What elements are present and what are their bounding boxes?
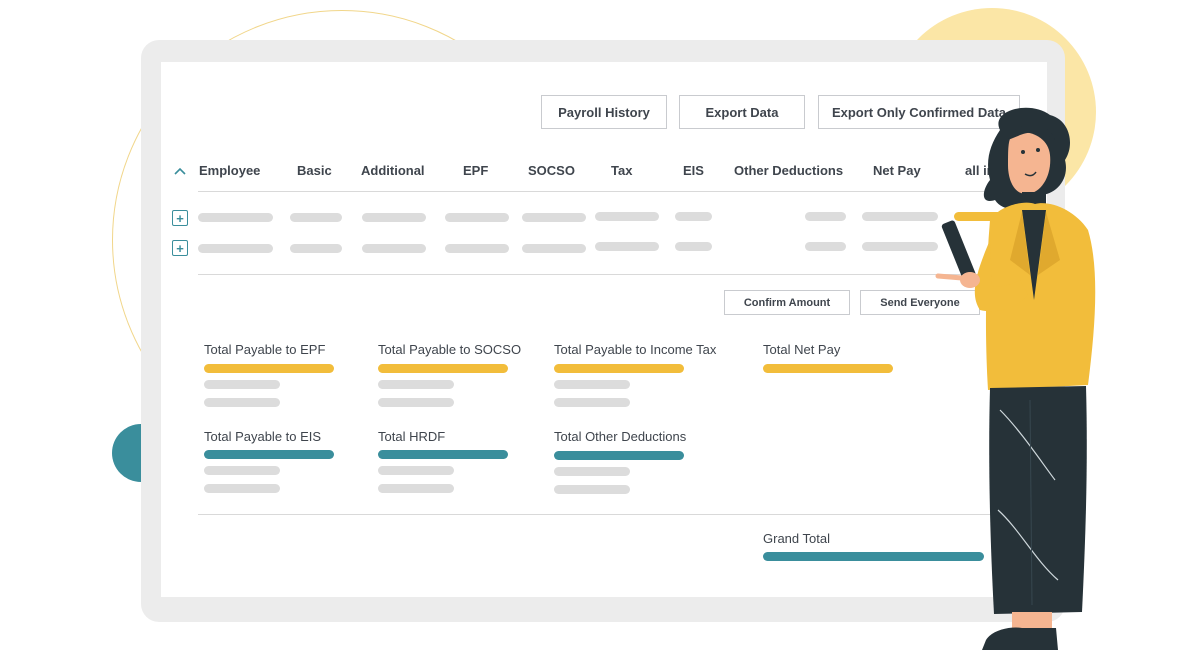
placeholder-other-deductions [805,242,846,251]
placeholder-line [204,466,280,475]
column-header-net-pay[interactable]: Net Pay [873,163,921,178]
placeholder-eis [675,242,712,251]
placeholder-line [378,380,454,389]
summary-label-hrdf: Total HRDF [378,429,446,444]
placeholder-line [378,484,454,493]
placeholder-eis [675,212,712,221]
placeholder-line [204,398,280,407]
summary-label-net-pay: Total Net Pay [763,342,841,357]
placeholder-other-deductions [805,212,846,221]
column-header-other-deductions[interactable]: Other Deductions [734,163,843,178]
summary-label-eis: Total Payable to EIS [204,429,322,444]
summary-bar-net-pay [763,364,893,373]
column-header-additional[interactable]: Additional [361,163,425,178]
payroll-history-button[interactable]: Payroll History [541,95,667,129]
rows-divider [198,274,998,275]
summary-label-socso: Total Payable to SOCSO [378,342,522,357]
chevron-up-icon[interactable] [172,163,188,179]
placeholder-net-pay [862,212,938,221]
column-header-eis[interactable]: EIS [683,163,704,178]
placeholder-tax [595,242,659,251]
column-header-basic[interactable]: Basic [297,163,332,178]
placeholder-epf [445,244,509,253]
placeholder-socso [522,244,586,253]
placeholder-additional [362,244,426,253]
person-illustration [935,107,1096,650]
placeholder-line [378,398,454,407]
placeholder-line [378,466,454,475]
placeholder-tax [595,212,659,221]
placeholder-basic [290,244,342,253]
placeholder-line [554,380,630,389]
placeholder-line [554,398,630,407]
placeholder-line [554,467,630,476]
placeholder-employee [198,244,273,253]
placeholder-employee [198,213,273,222]
placeholder-basic [290,213,342,222]
expand-row-button[interactable]: + [172,210,188,226]
placeholder-line [204,484,280,493]
summary-bar-socso [378,364,508,373]
column-header-epf[interactable]: EPF [463,163,488,178]
confirm-amount-button[interactable]: Confirm Amount [724,290,850,315]
placeholder-additional [362,213,426,222]
placeholder-line [554,485,630,494]
summary-label-income-tax: Total Payable to Income Tax [554,342,717,357]
grand-total-label: Grand Total [763,531,830,546]
summary-bar-income-tax [554,364,684,373]
placeholder-line [204,380,280,389]
header-divider [198,191,998,192]
summary-bar-epf [204,364,334,373]
export-data-button[interactable]: Export Data [679,95,805,129]
summary-label-epf: Total Payable to EPF [204,342,326,357]
summary-label-other-deductions: Total Other Deductions [554,429,687,444]
column-header-tax[interactable]: Tax [611,163,632,178]
placeholder-epf [445,213,509,222]
summary-bar-other-deductions [554,451,684,460]
column-header-socso[interactable]: SOCSO [528,163,575,178]
summary-divider [198,514,998,515]
placeholder-net-pay [862,242,938,251]
summary-bar-hrdf [378,450,508,459]
placeholder-socso [522,213,586,222]
expand-row-button[interactable]: + [172,240,188,256]
column-header-employee[interactable]: Employee [199,163,260,178]
payroll-screen [161,62,1047,597]
summary-bar-eis [204,450,334,459]
